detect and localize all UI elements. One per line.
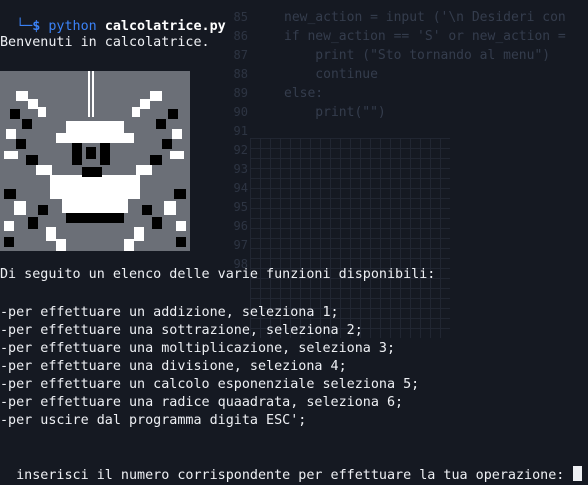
prompt-argument: calcolatrice.py (104, 19, 226, 34)
background-code-line: continue (284, 67, 378, 82)
list-item: -per effettuare una moltiplicazione, sel… (0, 341, 396, 356)
background-code-line: print("") (284, 105, 386, 120)
functions-intro: Di seguito un elenco delle varie funzion… (0, 267, 436, 282)
background-line-number: 97 (233, 238, 248, 252)
background-editor-code: new_action = input ('\n Desideri con if n… (284, 8, 588, 122)
background-line-number: 90 (233, 105, 248, 119)
background-code-line: new_action = input ('\n Desideri con (284, 10, 566, 25)
input-prompt-line[interactable]: inserisci il numero corrispondente per e… (0, 448, 583, 485)
background-line-number: 87 (233, 48, 248, 62)
background-line-number: 94 (233, 181, 248, 195)
background-editor-line-numbers: 85 86 87 88 89 90 91 92 93 94 95 96 97 98 (218, 8, 248, 274)
list-item: -per effettuare una divisione, seleziona… (0, 359, 347, 374)
background-code-line: if new_action == 'S' or new_action = (284, 29, 566, 44)
input-prompt-text: inserisci il numero corrispondente per e… (16, 468, 565, 483)
list-item: -per effettuare un calcolo esponenziale … (0, 377, 420, 392)
list-item: -per uscire dal programma digita ESC'; (0, 413, 307, 428)
background-line-number: 92 (233, 143, 248, 157)
prompt-command: python (48, 19, 97, 34)
background-line-number: 89 (233, 86, 248, 100)
background-line-number: 96 (233, 219, 248, 233)
background-line-number: 95 (233, 200, 248, 214)
shell-prompt-line: └─$ python calcolatrice.py (0, 0, 226, 36)
background-line-number: 91 (233, 124, 248, 138)
pixel-art-logo (0, 71, 190, 251)
terminal-cursor[interactable] (573, 466, 583, 481)
prompt-corner: └─ (16, 19, 33, 34)
background-line-number: 93 (233, 162, 248, 176)
list-item: -per effettuare un addizione, seleziona … (0, 305, 339, 320)
prompt-symbol: $ (32, 19, 41, 34)
pixel-art-crab-icon (4, 71, 186, 251)
background-code-line: else: (284, 86, 324, 101)
list-item: -per effettuare una sottrazione, selezio… (0, 323, 363, 338)
welcome-message: Benvenuti in calcolatrice. (0, 35, 210, 50)
background-line-number: 88 (233, 67, 248, 81)
list-item: -per effettuare una radice quaadrata, se… (0, 395, 404, 410)
background-code-line: print ("Sto tornando al menu") (284, 48, 551, 63)
